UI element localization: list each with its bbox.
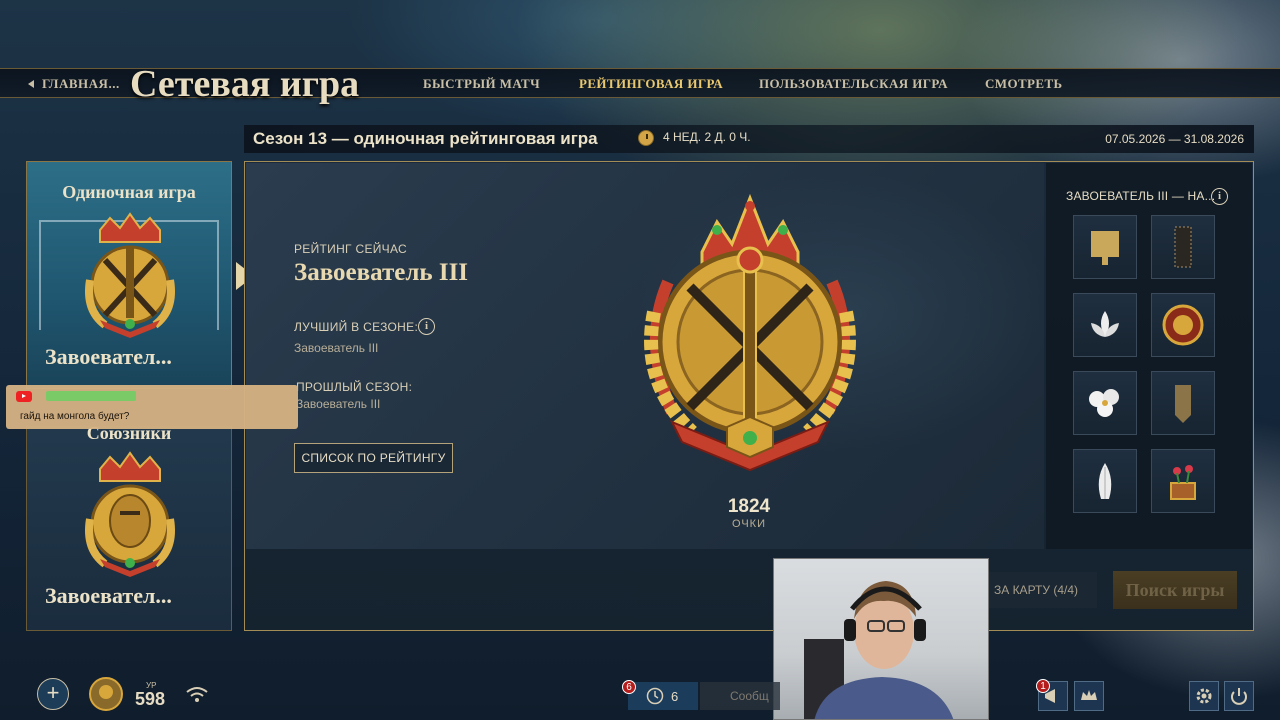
wifi-icon (186, 687, 208, 702)
info-icon[interactable]: i (418, 318, 435, 335)
streamer-figure-icon (804, 581, 954, 719)
tab-custom-game[interactable]: ПОЛЬЗОВАТЕЛЬСКАЯ ИГРА (759, 76, 948, 92)
rank-points-label: ОЧКИ (732, 518, 766, 530)
tab-quick-match[interactable]: БЫСТРЫЙ МАТЧ (423, 76, 540, 92)
white-flowers-icon[interactable] (1073, 371, 1137, 435)
gear-icon (1196, 688, 1212, 704)
rank-points: 1824 (727, 496, 771, 517)
friends-icon (646, 687, 664, 705)
friends-badge: 6 (622, 680, 636, 694)
chat-message: гайд на монгола будет? (20, 411, 130, 422)
find-game-button[interactable]: Поиск игры (1113, 571, 1237, 609)
chat-username (46, 391, 136, 401)
map-vote-button[interactable]: ЗА КАРТУ (4/4) (975, 572, 1097, 608)
current-rank-label: РЕЙТИНГ СЕЙЧАС (294, 242, 407, 256)
player-avatar[interactable] (88, 676, 124, 712)
add-friend-button[interactable]: + (37, 678, 69, 710)
season-title: Сезон 13 — одиночная рейтинговая игра (253, 129, 598, 148)
player-level: 598 (135, 689, 166, 709)
clock-icon (638, 130, 654, 146)
mode-card-rank: Завоевател... (45, 583, 172, 608)
golden-portrait-icon[interactable] (1151, 293, 1215, 357)
back-arrow-icon (28, 80, 34, 88)
friends-count: 6 (671, 689, 679, 704)
tab-ranked[interactable]: РЕЙТИНГОВАЯ ИГРА (579, 76, 723, 92)
mode-card-rank: Завоевател... (45, 344, 172, 369)
power-icon (1231, 688, 1247, 705)
back-label: ГЛАВНАЯ... (42, 76, 120, 91)
white-lotus-icon[interactable] (1073, 293, 1137, 357)
message-input[interactable]: Сообщ (700, 682, 780, 710)
leaderboard-button[interactable]: СПИСОК ПО РЕЙТИНГУ (294, 443, 453, 473)
mode-card-title: Одиночная игра (62, 182, 196, 202)
info-icon[interactable]: i (1211, 188, 1228, 205)
conqueror-emblem-icon (644, 193, 856, 472)
youtube-icon (16, 391, 32, 402)
back-button[interactable]: ГЛАВНАЯ... (28, 76, 120, 92)
rank-emblem-team-icon (85, 451, 175, 577)
crown-icon (1081, 690, 1097, 700)
season-remaining: 4 НЕД. 2 Д. 0 Ч. (663, 130, 751, 144)
rank-emblem-icon (85, 212, 175, 338)
settings-button[interactable] (1189, 681, 1219, 711)
power-button[interactable] (1224, 681, 1254, 711)
mode-card-solo[interactable]: Одиночная игра Завоевател... (26, 161, 232, 389)
streamer-webcam (773, 558, 989, 720)
scroll-banner-icon[interactable] (1073, 215, 1137, 279)
tan-pennant-icon[interactable] (1151, 371, 1215, 435)
page-title: Сетевая игра (130, 63, 360, 105)
dark-pattern-banner-icon[interactable] (1151, 215, 1215, 279)
white-feather-icon[interactable] (1073, 449, 1137, 513)
mode-card-team[interactable]: Союзники Завоевател... (26, 426, 232, 631)
rewards-title: ЗАВОЕВАТЕЛЬ III — НА... (1066, 189, 1216, 203)
tab-spectate[interactable]: СМОТРЕТЬ (985, 76, 1063, 92)
last-season-value: Завоеватель III (296, 397, 381, 411)
season-dates: 07.05.2026 — 31.08.2026 (1105, 132, 1244, 146)
current-rank-value: Завоеватель III (294, 259, 469, 286)
alert-badge: 1 (1036, 679, 1050, 693)
best-season-value: Завоеватель III (294, 341, 379, 355)
last-season-label: ПРОШЛЫЙ СЕЗОН: (296, 380, 413, 394)
clan-button[interactable] (1074, 681, 1104, 711)
best-season-label: ЛУЧШИЙ В СЕЗОНЕ: (294, 320, 419, 334)
flower-chest-icon[interactable] (1151, 449, 1215, 513)
